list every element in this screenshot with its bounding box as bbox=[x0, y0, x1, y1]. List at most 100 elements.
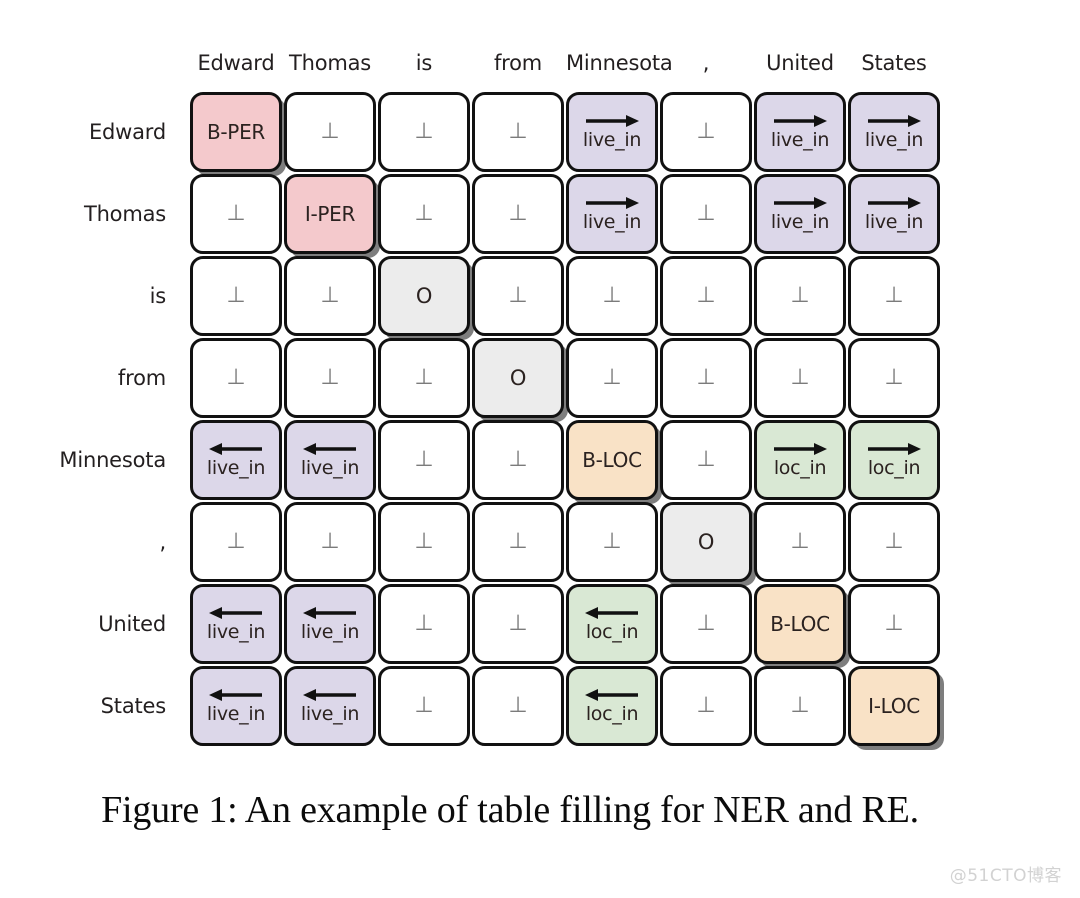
table-cell-ner-r5-c5[interactable]: O bbox=[660, 502, 752, 582]
table-cell-empty-r3-c2[interactable]: ⊥ bbox=[378, 338, 470, 418]
table-cell-empty-r6-c2[interactable]: ⊥ bbox=[378, 584, 470, 664]
table-cell-empty-r7-c6[interactable]: ⊥ bbox=[754, 666, 846, 746]
table-cell-empty-r7-c5[interactable]: ⊥ bbox=[660, 666, 752, 746]
table-cell-empty-r1-c0[interactable]: ⊥ bbox=[190, 174, 282, 254]
table-cell-empty-r6-c3[interactable]: ⊥ bbox=[472, 584, 564, 664]
table-cell-ner-r4-c4[interactable]: B-LOC bbox=[566, 420, 658, 500]
table-cell-empty-r5-c0[interactable]: ⊥ bbox=[190, 502, 282, 582]
table-cell-relation-r1-c7[interactable]: live_in bbox=[848, 174, 940, 254]
table-cell-relation-r6-c0[interactable]: live_in bbox=[190, 584, 282, 664]
table-cell-empty-r5-c7[interactable]: ⊥ bbox=[848, 502, 940, 582]
table-cell-relation-r4-c1[interactable]: live_in bbox=[284, 420, 376, 500]
cell-label: ⊥ bbox=[508, 529, 528, 554]
table-cell-empty-r3-c5[interactable]: ⊥ bbox=[660, 338, 752, 418]
table-cell-empty-r3-c7[interactable]: ⊥ bbox=[848, 338, 940, 418]
table-cell-empty-r3-c6[interactable]: ⊥ bbox=[754, 338, 846, 418]
table-cell-empty-r7-c3[interactable]: ⊥ bbox=[472, 666, 564, 746]
cell-label: live_in bbox=[300, 620, 360, 643]
column-header-2: is bbox=[415, 51, 433, 75]
table-cell-empty-r0-c3[interactable]: ⊥ bbox=[472, 92, 564, 172]
table-cell-empty-r2-c6[interactable]: ⊥ bbox=[754, 256, 846, 336]
arrow-left-icon bbox=[208, 442, 264, 456]
cell-label: ⊥ bbox=[508, 611, 528, 636]
table-cell-relation-r7-c0[interactable]: live_in bbox=[190, 666, 282, 746]
cell-label: ⊥ bbox=[696, 693, 716, 718]
cell-label: ⊥ bbox=[414, 447, 434, 472]
row-header-7: States bbox=[100, 694, 167, 718]
table-cell-empty-r1-c3[interactable]: ⊥ bbox=[472, 174, 564, 254]
table-cell-empty-r4-c2[interactable]: ⊥ bbox=[378, 420, 470, 500]
table-cell-empty-r5-c6[interactable]: ⊥ bbox=[754, 502, 846, 582]
arrow-right-icon bbox=[866, 196, 922, 210]
figure-container: Edward Thomas is from Minnesota, United States… bbox=[0, 0, 1080, 898]
cell-label: live_in bbox=[770, 128, 830, 151]
table-cell-relation-r7-c1[interactable]: live_in bbox=[284, 666, 376, 746]
table-cell-empty-r3-c0[interactable]: ⊥ bbox=[190, 338, 282, 418]
table-cell-empty-r2-c5[interactable]: ⊥ bbox=[660, 256, 752, 336]
table-cell-empty-r2-c3[interactable]: ⊥ bbox=[472, 256, 564, 336]
table-cell-empty-r1-c5[interactable]: ⊥ bbox=[660, 174, 752, 254]
table-cell-ner-r7-c7[interactable]: I-LOC bbox=[848, 666, 940, 746]
arrow-right-icon bbox=[584, 196, 640, 210]
table-cell-empty-r2-c4[interactable]: ⊥ bbox=[566, 256, 658, 336]
table-cell-empty-r2-c1[interactable]: ⊥ bbox=[284, 256, 376, 336]
table-cell-empty-r0-c1[interactable]: ⊥ bbox=[284, 92, 376, 172]
cell-label: I-PER bbox=[304, 202, 356, 226]
table-cell-relation-r0-c4[interactable]: live_in bbox=[566, 92, 658, 172]
table-cell-empty-r6-c5[interactable]: ⊥ bbox=[660, 584, 752, 664]
cell-label: ⊥ bbox=[508, 693, 528, 718]
table-cell-empty-r7-c2[interactable]: ⊥ bbox=[378, 666, 470, 746]
table-cell-empty-r5-c1[interactable]: ⊥ bbox=[284, 502, 376, 582]
table-cell-ner-r6-c6[interactable]: B-LOC bbox=[754, 584, 846, 664]
table-cell-relation-r4-c7[interactable]: loc_in bbox=[848, 420, 940, 500]
column-header-1: Thomas bbox=[288, 51, 372, 75]
table-cell-ner-r3-c3[interactable]: O bbox=[472, 338, 564, 418]
cell-label: ⊥ bbox=[414, 201, 434, 226]
table-cell-empty-r6-c7[interactable]: ⊥ bbox=[848, 584, 940, 664]
table-cell-relation-r1-c4[interactable]: live_in bbox=[566, 174, 658, 254]
table-cell-relation-r0-c7[interactable]: live_in bbox=[848, 92, 940, 172]
table-cell-empty-r5-c2[interactable]: ⊥ bbox=[378, 502, 470, 582]
arrow-left-icon bbox=[302, 688, 358, 702]
table-cell-relation-r6-c4[interactable]: loc_in bbox=[566, 584, 658, 664]
table-cell-empty-r5-c4[interactable]: ⊥ bbox=[566, 502, 658, 582]
arrow-right-icon bbox=[772, 114, 828, 128]
cell-label: ⊥ bbox=[226, 201, 246, 226]
cell-label: live_in bbox=[300, 456, 360, 479]
table-cell-ner-r2-c2[interactable]: O bbox=[378, 256, 470, 336]
table-cell-empty-r4-c3[interactable]: ⊥ bbox=[472, 420, 564, 500]
cell-label: ⊥ bbox=[320, 365, 340, 390]
cell-label: ⊥ bbox=[696, 201, 716, 226]
cell-label: live_in bbox=[864, 128, 924, 151]
row-header-4: Minnesota bbox=[59, 448, 166, 472]
cell-label: ⊥ bbox=[884, 283, 904, 308]
row-header-0: Edward bbox=[88, 120, 166, 144]
cell-label: ⊥ bbox=[884, 365, 904, 390]
cell-label: ⊥ bbox=[508, 447, 528, 472]
column-header-4: Minnesota bbox=[566, 51, 673, 75]
table-cell-empty-r4-c5[interactable]: ⊥ bbox=[660, 420, 752, 500]
table-cell-relation-r6-c1[interactable]: live_in bbox=[284, 584, 376, 664]
cell-label: loc_in bbox=[867, 456, 921, 479]
cell-label: live_in bbox=[582, 128, 642, 151]
table-cell-empty-r2-c0[interactable]: ⊥ bbox=[190, 256, 282, 336]
table-cell-relation-r4-c0[interactable]: live_in bbox=[190, 420, 282, 500]
table-cell-empty-r3-c4[interactable]: ⊥ bbox=[566, 338, 658, 418]
table-cell-empty-r2-c7[interactable]: ⊥ bbox=[848, 256, 940, 336]
table-cell-relation-r7-c4[interactable]: loc_in bbox=[566, 666, 658, 746]
table-cell-empty-r3-c1[interactable]: ⊥ bbox=[284, 338, 376, 418]
table-cell-empty-r5-c3[interactable]: ⊥ bbox=[472, 502, 564, 582]
table-cell-relation-r1-c6[interactable]: live_in bbox=[754, 174, 846, 254]
cell-label: ⊥ bbox=[696, 283, 716, 308]
cell-label: ⊥ bbox=[884, 611, 904, 636]
table-cell-empty-r0-c2[interactable]: ⊥ bbox=[378, 92, 470, 172]
cell-label: ⊥ bbox=[508, 201, 528, 226]
table-cell-empty-r0-c5[interactable]: ⊥ bbox=[660, 92, 752, 172]
table-cell-empty-r1-c2[interactable]: ⊥ bbox=[378, 174, 470, 254]
table-cell-ner-r1-c1[interactable]: I-PER bbox=[284, 174, 376, 254]
cell-label: I-LOC bbox=[868, 694, 920, 718]
cell-label: ⊥ bbox=[884, 529, 904, 554]
table-cell-ner-r0-c0[interactable]: B-PER bbox=[190, 92, 282, 172]
table-cell-relation-r4-c6[interactable]: loc_in bbox=[754, 420, 846, 500]
table-cell-relation-r0-c6[interactable]: live_in bbox=[754, 92, 846, 172]
